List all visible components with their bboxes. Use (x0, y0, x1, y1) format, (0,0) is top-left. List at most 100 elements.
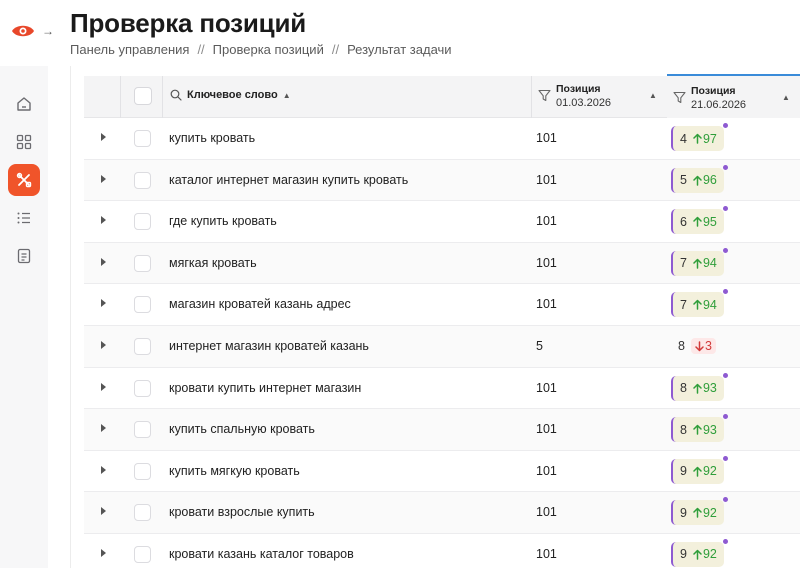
position-2-value: 5 (680, 173, 687, 188)
arrow-up-icon (693, 383, 702, 394)
sidebar-item-dashboard[interactable] (8, 126, 40, 158)
expand-row-icon[interactable] (101, 299, 106, 308)
change-indicator-dot (722, 497, 728, 503)
position-change-up: 97 (693, 132, 717, 146)
sidebar-item-home[interactable] (8, 88, 40, 120)
position-change-value: 93 (702, 422, 717, 437)
page-title: Проверка позиций (70, 8, 307, 38)
breadcrumb-item-task-result: Результат задачи (347, 42, 452, 57)
table-row[interactable]: мягкая кровать 101 7 94 (84, 242, 800, 285)
sort-asc-icon[interactable]: ▲ (283, 91, 291, 100)
expand-row-icon[interactable] (101, 257, 106, 266)
position-2-cell: 9 92 (671, 455, 728, 484)
position-2-cell: 7 94 (671, 247, 728, 276)
position-change-up: 92 (693, 464, 717, 478)
position-1-cell: 101 (536, 214, 557, 229)
keyword-cell: каталог интернет магазин купить кровать (169, 172, 409, 187)
position-2-value: 9 (680, 505, 687, 520)
expand-row-icon[interactable] (101, 382, 106, 391)
breadcrumb-item-position-check[interactable]: Проверка позиций (213, 42, 324, 57)
column-header-position-1[interactable]: Позиция 01.03.2026 (556, 82, 611, 110)
row-checkbox[interactable] (134, 130, 151, 147)
change-indicator-dot (722, 372, 728, 378)
position-2-cell: 8 93 (671, 414, 728, 443)
filter-icon[interactable] (673, 91, 686, 104)
position-1-cell: 101 (536, 505, 557, 520)
table-row[interactable]: интернет магазин кроватей казань 5 8 3 (84, 325, 800, 368)
keyword-cell: мягкая кровать (169, 255, 257, 270)
sidebar-item-list[interactable] (8, 202, 40, 234)
table-body: купить кровать 101 4 97 каталог интернет маг… (84, 118, 800, 568)
position-change-value: 94 (702, 297, 717, 312)
table-row[interactable]: каталог интернет магазин купить кровать 1… (84, 159, 800, 202)
report-icon (17, 248, 31, 264)
sidebar-item-reports[interactable] (8, 240, 40, 272)
table-row[interactable]: магазин кроватей казань адрес 101 7 94 (84, 284, 800, 326)
keyword-cell: купить мягкую кровать (169, 463, 300, 478)
column-separator (162, 76, 163, 118)
change-indicator-dot (722, 247, 728, 253)
expand-row-icon[interactable] (101, 216, 106, 225)
arrow-up-icon (693, 300, 702, 311)
change-indicator-dot (722, 206, 728, 212)
expand-sidebar-icon[interactable]: → (42, 24, 56, 38)
expand-row-icon[interactable] (101, 465, 106, 474)
sidebar-item-tools[interactable] (8, 164, 40, 196)
position-1-cell: 101 (536, 297, 557, 312)
arrow-down-icon (695, 341, 704, 352)
row-checkbox[interactable] (134, 504, 151, 522)
table-row[interactable]: кровати взрослые купить 101 9 92 (84, 492, 800, 534)
arrow-up-icon (693, 133, 702, 144)
position-2-cell: 5 96 (671, 164, 728, 193)
position-2-cell: 7 94 (671, 289, 728, 318)
position-change-up: 93 (693, 423, 717, 437)
row-checkbox[interactable] (134, 545, 151, 563)
row-checkbox[interactable] (134, 421, 151, 439)
table-row[interactable]: купить спальную кровать 101 8 93 (84, 409, 800, 451)
breadcrumb-separator: // (331, 42, 340, 57)
row-checkbox[interactable] (134, 254, 151, 272)
position-2-value: 9 (680, 464, 687, 479)
position-2-value: 9 (680, 547, 687, 562)
filter-icon[interactable] (538, 89, 551, 102)
table-row[interactable]: кровати казань каталог товаров 101 9 92 (84, 533, 800, 568)
column-header-position-2[interactable]: Позиция 21.06.2026 ▲ (667, 74, 800, 118)
table-row[interactable]: купить мягкую кровать 101 9 92 (84, 450, 800, 493)
sidebar (0, 0, 48, 568)
row-checkbox[interactable] (134, 337, 151, 355)
expand-row-icon[interactable] (101, 424, 106, 433)
expand-row-icon[interactable] (101, 133, 106, 141)
row-checkbox[interactable] (134, 296, 151, 314)
keyword-cell: интернет магазин кроватей казань (169, 338, 369, 353)
column-header-keyword[interactable]: Ключевое слово ▲ (170, 89, 291, 101)
expand-row-icon[interactable] (101, 507, 106, 516)
position-2-cell: 4 97 (671, 123, 728, 151)
position-change-value: 92 (702, 547, 717, 562)
sort-icon[interactable]: ▲ (649, 91, 657, 100)
column-separator (531, 76, 532, 118)
position-change-up: 95 (693, 215, 717, 229)
expand-row-icon[interactable] (101, 340, 106, 349)
position-change-value: 97 (702, 131, 717, 146)
row-checkbox[interactable] (134, 171, 151, 189)
sort-asc-icon[interactable]: ▲ (782, 93, 790, 102)
position-1-cell: 101 (536, 255, 557, 270)
table-row[interactable]: купить кровать 101 4 97 (84, 118, 800, 160)
position-1-cell: 101 (536, 546, 557, 561)
position-change-value: 92 (702, 505, 717, 520)
table-row[interactable]: кровати купить интернет магазин 101 8 93 (84, 367, 800, 410)
row-checkbox[interactable] (134, 462, 151, 480)
table-row[interactable]: где купить кровать 101 6 95 (84, 201, 800, 243)
arrow-up-icon (693, 258, 702, 269)
row-checkbox[interactable] (134, 379, 151, 397)
breadcrumb-separator: // (197, 42, 205, 57)
breadcrumb-item-dashboard[interactable]: Панель управления (70, 42, 189, 57)
arrow-up-icon (693, 549, 702, 560)
keyword-cell: кровати взрослые купить (169, 505, 315, 520)
position-1-date: 01.03.2026 (556, 97, 612, 109)
sidebar-header: → (0, 0, 62, 66)
expand-row-icon[interactable] (101, 174, 106, 183)
expand-row-icon[interactable] (101, 548, 106, 557)
row-checkbox[interactable] (134, 213, 151, 231)
select-all-checkbox[interactable] (134, 87, 152, 105)
